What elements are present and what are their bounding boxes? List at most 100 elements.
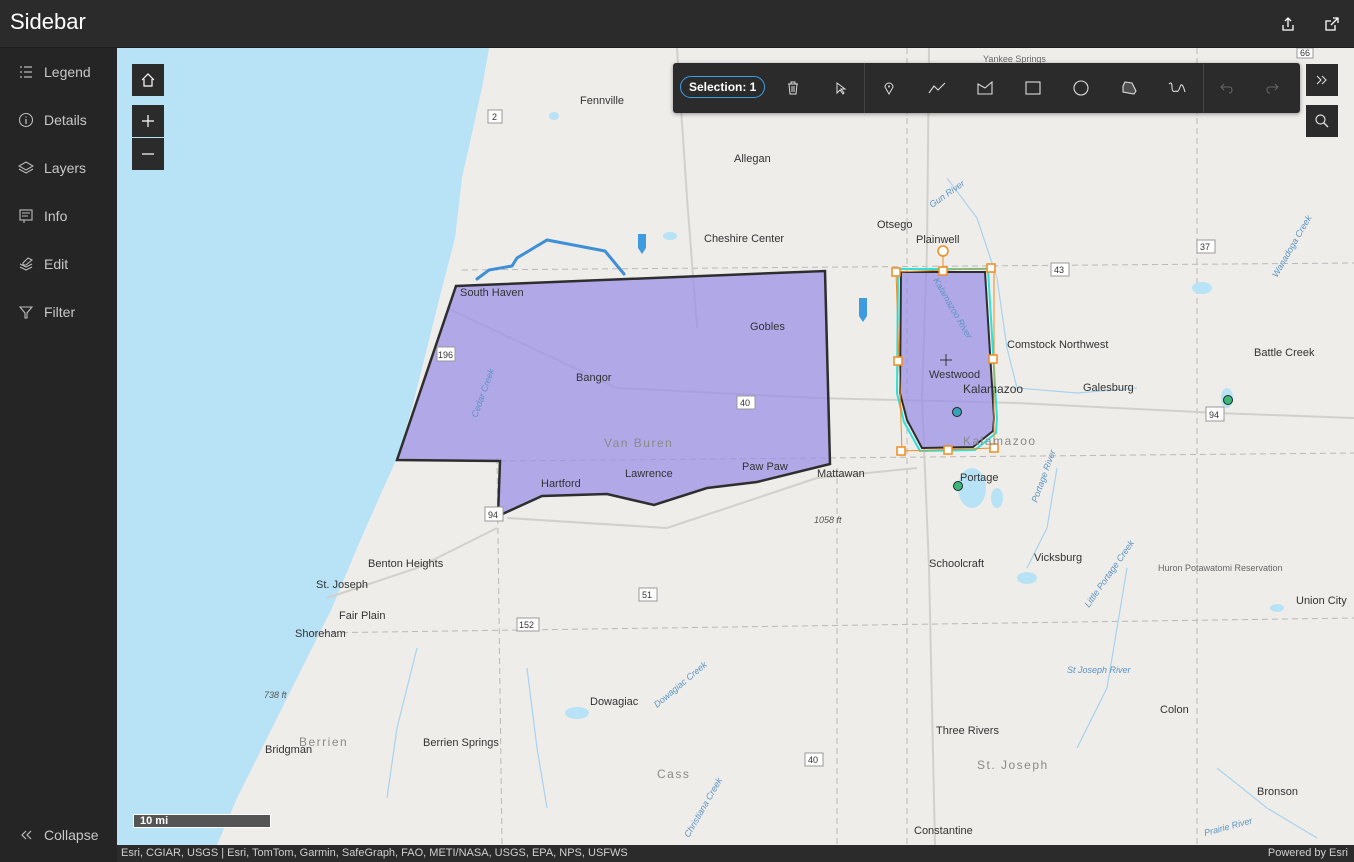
draw-freehand-polygon-button[interactable]	[1117, 76, 1141, 100]
drawn-polyline	[475, 238, 626, 281]
city-label: Plainwell	[916, 234, 959, 246]
drawn-point-marker	[859, 298, 867, 322]
redo-button[interactable]	[1261, 76, 1285, 100]
app-header: Sidebar	[0, 0, 1354, 48]
shield-label: 196	[438, 350, 453, 360]
county-label: Cass	[657, 767, 690, 781]
city-label: Bangor	[576, 372, 612, 384]
select-button[interactable]	[829, 76, 853, 100]
water-label: Christiana Creek	[682, 776, 724, 839]
shield-label: 152	[519, 620, 534, 630]
delete-button[interactable]	[781, 76, 805, 100]
city-label: Allegan	[734, 153, 771, 165]
shield-label: 43	[1054, 265, 1064, 275]
city-label: Fair Plain	[339, 610, 385, 622]
city-label: Shoreham	[295, 628, 346, 640]
undo-button[interactable]	[1214, 76, 1238, 100]
expand-toolbar-button[interactable]	[1306, 64, 1338, 96]
polyline-icon	[928, 82, 946, 94]
draw-point-button[interactable]	[877, 76, 901, 100]
city-label: Mattawan	[817, 468, 865, 480]
city-label: Portage	[960, 472, 999, 484]
collapse-button[interactable]: Collapse	[0, 815, 117, 855]
share-button[interactable]	[1276, 12, 1300, 36]
circle-icon	[1073, 80, 1089, 96]
city-label: Galesburg	[1083, 382, 1134, 394]
resize-handle	[896, 446, 906, 456]
city-label: Paw Paw	[742, 461, 788, 473]
minus-icon	[142, 153, 154, 155]
freehand-polygon-icon	[1122, 81, 1137, 95]
draw-circle-button[interactable]	[1069, 76, 1093, 100]
sidebar-item-layers[interactable]: Layers	[0, 148, 117, 188]
open-external-button[interactable]	[1320, 12, 1344, 36]
water-labels: Gun River Kalamazoo River Wanadoga Creek…	[469, 178, 1313, 839]
search-button[interactable]	[1306, 105, 1338, 137]
sidebar-item-label: Details	[44, 112, 87, 128]
resize-handle	[891, 267, 901, 277]
county-label: Berrien	[299, 735, 348, 749]
city-label: Union City	[1296, 595, 1347, 607]
sidebar-item-legend[interactable]: Legend	[0, 52, 117, 92]
attribution-text[interactable]: Esri, CGIAR, USGS | Esri, TomTom, Garmin…	[121, 847, 628, 859]
sidebar-item-edit[interactable]: Edit	[0, 244, 117, 284]
drawn-point-marker	[638, 234, 646, 254]
open-external-icon	[1325, 17, 1339, 31]
city-label: Lawrence	[625, 468, 673, 480]
shield-label: 40	[808, 755, 818, 765]
trash-icon	[788, 81, 798, 95]
attribution-bar: Esri, CGIAR, USGS | Esri, TomTom, Garmin…	[117, 845, 1354, 862]
draw-freehand-line-button[interactable]	[1165, 76, 1189, 100]
draw-polyline-button[interactable]	[925, 76, 949, 100]
city-label: Otsego	[877, 219, 912, 231]
search-icon	[1315, 114, 1329, 128]
toolbar-divider	[864, 63, 865, 113]
filter-icon	[16, 302, 36, 322]
shield-label: 37	[1200, 242, 1210, 252]
city-label: Schoolcraft	[929, 558, 984, 570]
city-label: Bronson	[1257, 786, 1298, 798]
draw-rectangle-button[interactable]	[1021, 76, 1045, 100]
city-label: Constantine	[914, 825, 973, 837]
water-label: Little Portage Creek	[1082, 538, 1136, 609]
freehand-line-icon	[1168, 82, 1186, 93]
city-label: St. Joseph	[316, 579, 368, 591]
chevrons-right-icon	[1316, 75, 1327, 85]
selection-count-button[interactable]: Selection: 1	[680, 76, 766, 98]
county-label: Van Buren	[604, 436, 673, 450]
city-label: Cheshire Center	[704, 233, 784, 245]
shield-label: 94	[1209, 410, 1219, 420]
county-label: Kalamazoo	[963, 434, 1037, 448]
water-label: Wanadoga Creek	[1270, 213, 1314, 279]
water-label: Prairie River	[1203, 815, 1254, 838]
shield-label: 40	[740, 398, 750, 408]
layers-icon	[16, 158, 36, 178]
basemap: 66 2 37 43 196 40 94 51 152 40 94 Fennvi…	[117, 48, 1354, 845]
point-feature	[1223, 395, 1233, 405]
sidebar-item-filter[interactable]: Filter	[0, 292, 117, 332]
home-button[interactable]	[132, 64, 164, 96]
popup-icon	[16, 206, 36, 226]
sidebar-item-info[interactable]: Info	[0, 196, 117, 236]
draw-polygon-button[interactable]	[973, 76, 997, 100]
shield-label: 66	[1300, 48, 1310, 58]
resize-handle	[893, 356, 903, 366]
point-icon	[884, 82, 894, 95]
powered-by-esri[interactable]: Powered by Esri	[1268, 847, 1348, 859]
resize-handle	[986, 263, 996, 273]
city-label: Colon	[1160, 704, 1189, 716]
resize-handle	[943, 445, 953, 455]
edit-icon	[16, 254, 36, 274]
sidebar-item-details[interactable]: Details	[0, 100, 117, 140]
city-label: Vicksburg	[1034, 552, 1082, 564]
zoom-out-button[interactable]	[132, 138, 164, 170]
map-view[interactable]: 66 2 37 43 196 40 94 51 152 40 94 Fennvi…	[117, 48, 1354, 845]
city-label: Fennville	[580, 95, 624, 107]
sidebar-item-label: Info	[44, 208, 68, 224]
redo-icon	[1266, 83, 1279, 94]
scale-bar: 10 mi	[133, 814, 271, 828]
zoom-in-button[interactable]	[132, 105, 164, 137]
info-circle-icon	[16, 110, 36, 130]
collapse-label: Collapse	[44, 827, 99, 843]
city-label: Dowagiac	[590, 696, 639, 708]
